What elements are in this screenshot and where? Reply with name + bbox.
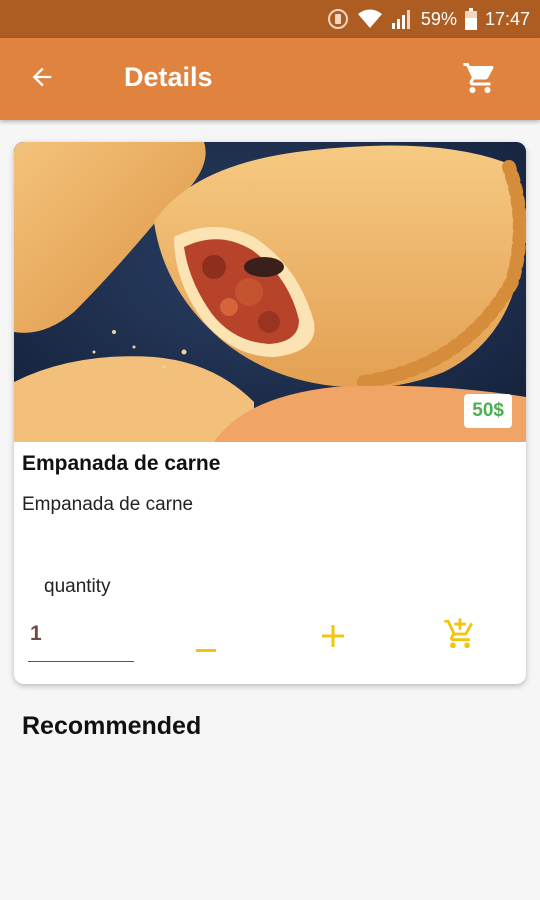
shopping-cart-icon xyxy=(462,60,498,101)
quantity-field[interactable] xyxy=(28,616,134,662)
vibrate-icon xyxy=(327,8,349,30)
increment-button[interactable] xyxy=(311,616,355,660)
back-button[interactable] xyxy=(24,61,60,97)
arrow-left-icon xyxy=(28,63,56,96)
battery-icon xyxy=(464,8,477,30)
wifi-icon xyxy=(357,8,383,30)
product-description: Empanada de carne xyxy=(22,494,194,515)
decrement-button[interactable] xyxy=(184,628,228,672)
status-bar: 59% 17:47 xyxy=(0,0,540,38)
signal-icon xyxy=(391,8,413,30)
cart-plus-icon xyxy=(443,617,477,656)
page-title: Details xyxy=(124,62,213,92)
plus-icon xyxy=(321,624,345,653)
price-badge: 50$ xyxy=(464,394,512,428)
minus-icon xyxy=(195,637,217,664)
product-image xyxy=(14,142,526,442)
product-card: 50$ Empanada de carne Empanada de carne … xyxy=(14,142,526,684)
app-bar: Details xyxy=(0,38,540,120)
battery-percent: 59% xyxy=(420,8,457,29)
cart-button[interactable] xyxy=(460,60,500,100)
quantity-label: quantity xyxy=(44,576,111,597)
add-to-cart-button[interactable] xyxy=(438,614,482,658)
product-name: Empanada de carne xyxy=(22,452,221,475)
recommended-heading: Recommended xyxy=(22,712,202,740)
clock: 17:47 xyxy=(484,8,530,29)
